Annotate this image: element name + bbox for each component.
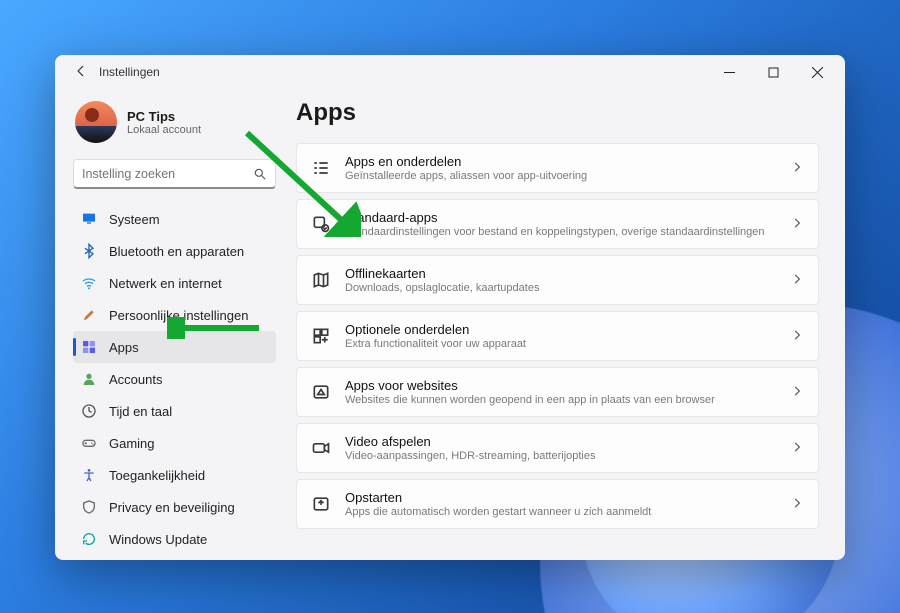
sidebar-item-privacy-en-beveiliging[interactable]: Privacy en beveiliging [73,491,276,523]
settings-card-standaard-apps[interactable]: Standaard-appsStandaardinstellingen voor… [296,199,819,249]
sidebar-item-label: Bluetooth en apparaten [109,244,244,259]
window-title: Instellingen [99,65,707,79]
video-icon [311,438,331,458]
sidebar-item-label: Apps [109,340,139,355]
sidebar-item-label: Toegankelijkheid [109,468,205,483]
card-description: Extra functionaliteit voor uw apparaat [345,338,776,350]
main-content: Apps Apps en onderdelenGeïnstalleerde ap… [290,89,845,560]
card-description: Geïnstalleerde apps, aliassen voor app-u… [345,170,776,182]
web-app-icon [311,382,331,402]
settings-card-video-afspelen[interactable]: Video afspelenVideo-aanpassingen, HDR-st… [296,423,819,473]
settings-card-optionele-onderdelen[interactable]: Optionele onderdelenExtra functionalitei… [296,311,819,361]
settings-card-offlinekaarten[interactable]: OfflinekaartenDownloads, opslaglocatie, … [296,255,819,305]
startup-icon [311,494,331,514]
sidebar-item-systeem[interactable]: Systeem [73,203,276,235]
card-title: Standaard-apps [345,210,776,225]
profile-subtitle: Lokaal account [127,124,201,136]
card-title: Video afspelen [345,434,776,449]
settings-card-opstarten[interactable]: OpstartenApps die automatisch worden ges… [296,479,819,529]
sidebar-item-label: Persoonlijke instellingen [109,308,248,323]
card-title: Apps en onderdelen [345,154,776,169]
card-title: Offlinekaarten [345,266,776,281]
sidebar-item-persoonlijke-instellingen[interactable]: Persoonlijke instellingen [73,299,276,331]
sidebar-item-windows-update[interactable]: Windows Update [73,523,276,555]
apps-icon [81,339,97,355]
back-button[interactable] [69,64,93,81]
sidebar-item-label: Gaming [109,436,155,451]
sidebar-item-toegankelijkheid[interactable]: Toegankelijkheid [73,459,276,491]
card-description: Downloads, opslaglocatie, kaartupdates [345,282,776,294]
sidebar-item-label: Privacy en beveiliging [109,500,235,515]
chevron-right-icon [790,328,804,345]
paintbrush-icon [81,307,97,323]
sidebar-item-gaming[interactable]: Gaming [73,427,276,459]
titlebar: Instellingen [55,55,845,89]
window-controls [707,57,839,87]
sidebar-item-accounts[interactable]: Accounts [73,363,276,395]
gamepad-icon [81,435,97,451]
map-icon [311,270,331,290]
shield-icon [81,499,97,515]
avatar [75,101,117,143]
sidebar-item-apps[interactable]: Apps [73,331,276,363]
bluetooth-icon [81,243,97,259]
chevron-right-icon [790,384,804,401]
sidebar-item-label: Windows Update [109,532,207,547]
chevron-right-icon [790,496,804,513]
person-icon [81,371,97,387]
add-feature-icon [311,326,331,346]
sidebar-item-label: Accounts [109,372,162,387]
close-button[interactable] [795,57,839,87]
profile-block[interactable]: PC Tips Lokaal account [73,93,276,159]
clock-globe-icon [81,403,97,419]
page-heading: Apps [296,99,819,127]
chevron-right-icon [790,272,804,289]
chevron-right-icon [790,160,804,177]
chevron-right-icon [790,216,804,233]
default-apps-icon [311,214,331,234]
monitor-icon [81,211,97,227]
wifi-icon [81,275,97,291]
card-description: Video-aanpassingen, HDR-streaming, batte… [345,450,776,462]
sidebar: PC Tips Lokaal account Systeem Bluetooth … [55,89,290,560]
settings-card-apps-voor-websites[interactable]: Apps voor websitesWebsites die kunnen wo… [296,367,819,417]
card-description: Apps die automatisch worden gestart wann… [345,506,776,518]
card-title: Opstarten [345,490,776,505]
card-title: Apps voor websites [345,378,776,393]
nav-list: Systeem Bluetooth en apparaten Netwerk en … [73,203,276,555]
accessibility-icon [81,467,97,483]
profile-name: PC Tips [127,109,201,124]
card-title: Optionele onderdelen [345,322,776,337]
chevron-right-icon [790,440,804,457]
minimize-button[interactable] [707,57,751,87]
settings-window: Instellingen PC Tips Lokaal account [55,55,845,560]
sidebar-item-bluetooth-en-apparaten[interactable]: Bluetooth en apparaten [73,235,276,267]
card-description: Websites die kunnen worden geopend in ee… [345,394,776,406]
sidebar-item-tijd-en-taal[interactable]: Tijd en taal [73,395,276,427]
card-description: Standaardinstellingen voor bestand en ko… [345,226,776,238]
sidebar-item-label: Systeem [109,212,160,227]
settings-card-apps-en-onderdelen[interactable]: Apps en onderdelenGeïnstalleerde apps, a… [296,143,819,193]
list-icon [311,158,331,178]
search-input[interactable] [82,167,253,181]
search-icon [253,167,267,181]
search-box[interactable] [73,159,276,189]
sidebar-item-label: Tijd en taal [109,404,172,419]
sidebar-item-netwerk-en-internet[interactable]: Netwerk en internet [73,267,276,299]
settings-card-list: Apps en onderdelenGeïnstalleerde apps, a… [296,143,819,529]
update-icon [81,531,97,547]
sidebar-item-label: Netwerk en internet [109,276,222,291]
maximize-button[interactable] [751,57,795,87]
